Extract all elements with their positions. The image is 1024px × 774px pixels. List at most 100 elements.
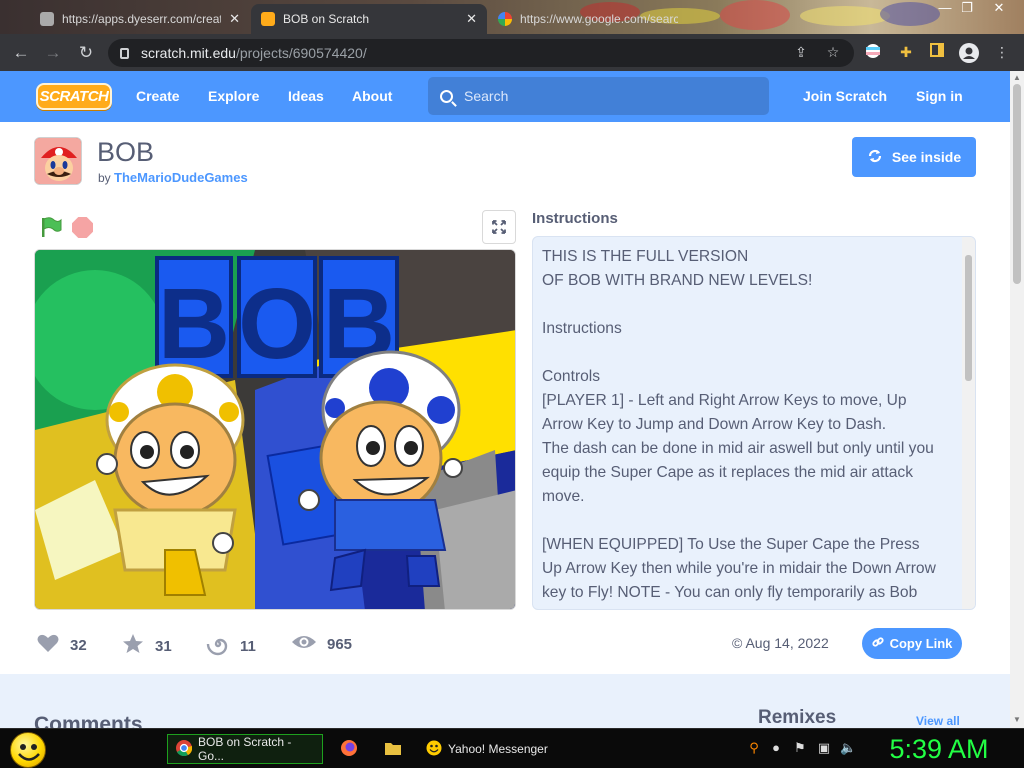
love-count: 32 — [70, 636, 87, 654]
close-icon[interactable]: ✕ — [229, 11, 240, 27]
flag-extension-icon[interactable] — [864, 43, 882, 61]
love-stat[interactable]: 32 — [36, 632, 87, 658]
scratch-navbar: SCRATCH Create Explore Ideas About Searc… — [0, 71, 1010, 122]
instruction-line: The dash can be done in mid air aswell b… — [542, 440, 934, 457]
instruction-line — [542, 509, 957, 533]
scroll-down-arrow-icon[interactable]: ▼ — [1013, 715, 1021, 724]
fullscreen-button[interactable] — [482, 210, 516, 244]
taskbar-chrome-window[interactable]: BOB on Scratch - Go... — [167, 734, 323, 764]
taskbar-clock[interactable]: 5:39 AM — [878, 731, 1000, 767]
tab-title: BOB on Scratch — [283, 12, 370, 26]
close-icon[interactable]: ✕ — [466, 11, 477, 27]
search-tray-icon[interactable]: ⚲ — [746, 740, 762, 756]
extensions-puzzle-icon[interactable]: ✚ — [897, 43, 915, 61]
scratch-favicon-icon — [261, 12, 275, 26]
yahoo-smiley-icon — [426, 740, 442, 759]
network-tray-icon[interactable]: ● — [768, 740, 784, 756]
tab-bob-on-scratch[interactable]: BOB on Scratch ✕ — [251, 4, 487, 34]
nav-ideas[interactable]: Ideas — [288, 88, 324, 104]
taskbar-explorer[interactable] — [376, 734, 410, 764]
tab-google[interactable]: https://www.google.com/search... — [488, 4, 688, 34]
back-arrow-icon[interactable]: ← — [11, 43, 31, 63]
page-icon — [40, 12, 54, 26]
browser-toolbar: ← → ↻ scratch.mit.edu/projects/690574420… — [0, 34, 1024, 71]
view-count: 965 — [327, 635, 353, 653]
folder-icon — [384, 740, 402, 759]
nav-explore[interactable]: Explore — [208, 88, 259, 104]
browser-tab-strip: https://apps.dyeserr.com/create/... ✕ BO… — [0, 0, 1024, 34]
project-title: BOB — [97, 137, 155, 167]
date-text: Aug 14, 2022 — [745, 635, 829, 651]
close-window-icon[interactable]: ✕ — [988, 0, 1010, 16]
start-smiley-icon[interactable] — [10, 732, 46, 768]
reload-icon[interactable]: ↻ — [76, 43, 96, 63]
instruction-line: [PLAYER 1] - Left and Right Arrow Keys t… — [542, 392, 907, 409]
copy-link-button[interactable]: Copy Link — [862, 628, 962, 659]
instruction-line: move. — [542, 488, 585, 505]
side-panel-icon[interactable] — [928, 43, 946, 61]
see-inside-label: See inside — [891, 149, 962, 165]
tab-prev[interactable]: https://apps.dyeserr.com/create/... ✕ — [30, 4, 250, 34]
instructions-scrollbar[interactable] — [962, 237, 975, 609]
page-scrollbar[interactable]: ▲ ▼ — [1010, 71, 1024, 728]
copy-link-label: Copy Link — [889, 636, 953, 651]
heart-icon — [36, 632, 60, 658]
join-scratch-link[interactable]: Join Scratch — [803, 88, 887, 104]
search-placeholder: Search — [464, 88, 509, 104]
green-flag-icon[interactable] — [40, 216, 62, 243]
scrollbar-thumb[interactable] — [1013, 84, 1021, 284]
nav-create[interactable]: Create — [136, 88, 180, 104]
taskbar-firefox[interactable] — [332, 734, 366, 764]
star-icon — [121, 632, 145, 660]
author-link[interactable]: TheMarioDudeGames — [114, 170, 248, 185]
comments-heading: Comments — [34, 713, 143, 728]
remix-spiral-icon — [206, 632, 230, 660]
instructions-text: THIS IS THE FULL VERSION OF BOB WITH BRAN… — [542, 245, 957, 605]
firefox-icon — [340, 739, 358, 760]
instruction-line — [542, 341, 957, 365]
minimize-icon[interactable]: — — [934, 0, 956, 15]
title-letter: O — [238, 268, 316, 380]
scroll-up-arrow-icon[interactable]: ▲ — [1013, 73, 1021, 82]
profile-avatar-icon[interactable] — [959, 43, 979, 63]
copyright-icon: © — [732, 635, 743, 651]
by-label: by — [98, 171, 111, 185]
nav-about[interactable]: About — [352, 88, 392, 104]
bookmark-star-icon[interactable]: ☆ — [824, 43, 842, 61]
address-bar[interactable]: scratch.mit.edu/projects/690574420/ — [108, 39, 854, 67]
remix-count: 11 — [240, 637, 256, 655]
favorite-stat[interactable]: 31 — [121, 632, 172, 660]
taskbar-item-label: BOB on Scratch - Go... — [198, 735, 292, 763]
google-icon — [498, 12, 512, 26]
share-icon[interactable]: ⇪ — [792, 43, 810, 61]
forward-arrow-icon[interactable]: → — [43, 43, 63, 63]
see-inside-button[interactable]: See inside — [852, 137, 976, 177]
menu-kebab-icon[interactable]: ⋮ — [993, 43, 1011, 61]
project-stage[interactable]: B O B — [34, 249, 516, 610]
volume-icon[interactable]: 🔈 — [840, 740, 856, 756]
scratch-logo[interactable]: SCRATCH — [36, 83, 112, 110]
instruction-line: [WHEN EQUIPPED] To Use the Super Cape th… — [542, 536, 920, 553]
instruction-line: key to Fly! NOTE - You can only fly temp… — [542, 584, 918, 601]
sign-in-link[interactable]: Sign in — [916, 88, 963, 104]
instruction-line: OF BOB WITH BRAND NEW LEVELS! — [542, 272, 813, 289]
author-avatar[interactable] — [34, 137, 82, 185]
remix-stat: 11 — [206, 632, 256, 660]
taskbar-yahoo-messenger[interactable]: Yahoo! Messenger — [418, 734, 576, 764]
os-taskbar: BOB on Scratch - Go... Yahoo! Messenger … — [0, 728, 1024, 768]
favorite-count: 31 — [155, 637, 172, 655]
eye-icon — [291, 632, 317, 656]
instructions-box[interactable]: THIS IS THE FULL VERSION OF BOB WITH BRAN… — [532, 236, 976, 610]
action-center-flag-icon[interactable]: ⚑ — [792, 740, 808, 756]
instruction-line: THIS IS THE FULL VERSION — [542, 248, 749, 265]
tab-title: https://www.google.com/search... — [520, 12, 678, 26]
search-input[interactable]: Search — [428, 77, 769, 115]
restore-icon[interactable]: ❐ — [956, 0, 978, 16]
byline: by TheMarioDudeGames — [98, 170, 248, 185]
instruction-line: Instructions — [542, 320, 622, 337]
link-icon — [871, 636, 884, 651]
display-tray-icon[interactable]: ▣ — [816, 740, 832, 756]
title-letter: B — [158, 268, 230, 380]
view-all-link[interactable]: View all — [916, 714, 960, 728]
instructions-scrollbar-thumb[interactable] — [965, 255, 972, 381]
